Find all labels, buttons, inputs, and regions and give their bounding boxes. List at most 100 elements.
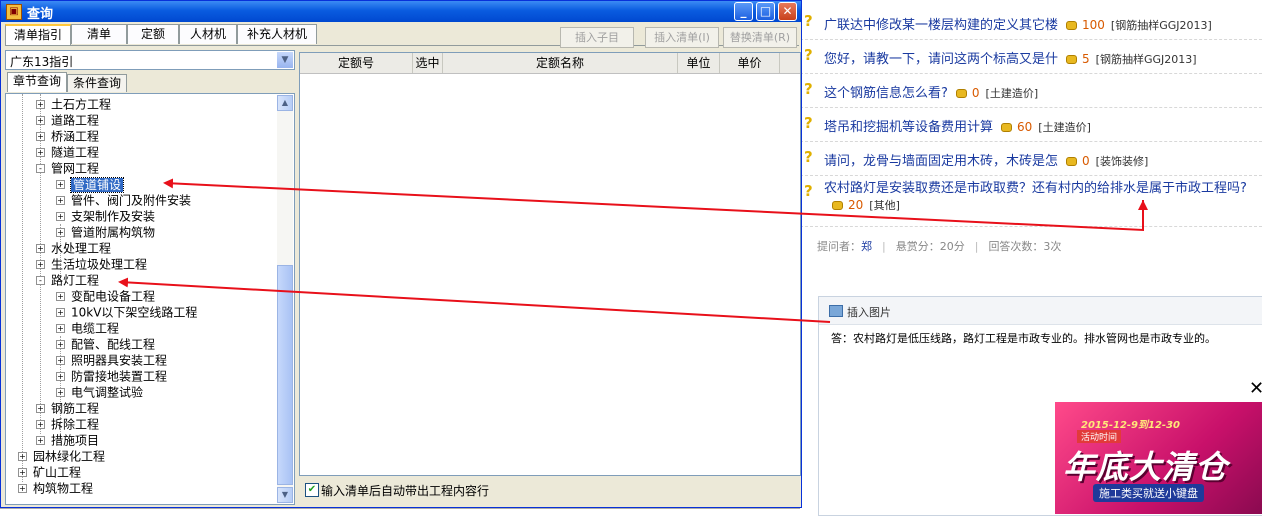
question-row[interactable]: ? 这个钢筋信息怎么看? 0 [土建造价] xyxy=(800,74,1262,108)
expand-icon[interactable]: + xyxy=(56,388,65,397)
tree-node[interactable]: + 管件、阀门及附件安装 xyxy=(56,192,191,208)
question-tag[interactable]: [钢筋抽样GGJ2013] xyxy=(1111,19,1212,32)
promo-banner[interactable]: 2015-12-9到12-30 活动时间 年底大清仓 施工类买就送小键盘 xyxy=(1055,402,1262,514)
tree-node-label[interactable]: 支架制作及安装 xyxy=(71,210,155,224)
tree-node[interactable]: + 生活垃圾处理工程 xyxy=(36,256,147,272)
tree-node[interactable]: + 道路工程 xyxy=(36,112,99,128)
tree-node-label[interactable]: 桥涵工程 xyxy=(51,130,99,144)
tree-node[interactable]: + 管道铺设 xyxy=(56,176,125,193)
collapse-icon[interactable]: - xyxy=(36,276,45,285)
tree-node[interactable]: + 管道附属构筑物 xyxy=(56,224,155,240)
tab-condition-query[interactable]: 条件查询 xyxy=(67,74,127,92)
question-row[interactable]: ? 您好，请教一下，请问这两个标高又是什 5 [钢筋抽样GGJ2013] xyxy=(800,40,1262,74)
tree-node[interactable]: - 路灯工程 xyxy=(36,272,99,288)
tree-node[interactable]: + 钢筋工程 xyxy=(36,400,99,416)
tree-node-label[interactable]: 隧道工程 xyxy=(51,146,99,160)
question-title[interactable]: 农村路灯是安装取费还是市政取费？还有村内的给排水是属于市政工程吗? xyxy=(824,181,1247,196)
asker-name[interactable]: 郑 xyxy=(861,240,872,253)
ad-close-icon[interactable]: ✕ xyxy=(1249,378,1262,399)
tree-node[interactable]: + 水处理工程 xyxy=(36,240,111,256)
question-tag[interactable]: [土建造价] xyxy=(1038,121,1091,134)
col-quota-name[interactable]: 定额名称 xyxy=(443,53,678,73)
expand-icon[interactable]: + xyxy=(56,292,65,301)
expand-icon[interactable]: + xyxy=(18,484,27,493)
chapter-tree[interactable]: ▲ ▼ + 土石方工程 + 道路工程 + 桥涵工程 + 隧道工程 - 管网工程 + 管道铺设 + 管件、阀… xyxy=(5,93,295,505)
expand-icon[interactable]: + xyxy=(36,244,45,253)
maximize-button[interactable]: □ xyxy=(756,2,775,21)
expand-icon[interactable]: + xyxy=(18,452,27,461)
question-title[interactable]: 广联达中修改某一楼层构建的定义其它楼 xyxy=(824,18,1058,33)
tree-node-label[interactable]: 照明器具安装工程 xyxy=(71,354,167,368)
col-price[interactable]: 单价 xyxy=(720,53,780,73)
tab-quota[interactable]: 定额 xyxy=(127,24,179,44)
tree-node-label[interactable]: 管件、阀门及附件安装 xyxy=(71,194,191,208)
expand-icon[interactable]: + xyxy=(36,132,45,141)
expand-icon[interactable]: + xyxy=(36,436,45,445)
question-tag[interactable]: [钢筋抽样GGJ2013] xyxy=(1096,53,1197,66)
expand-icon[interactable]: + xyxy=(56,212,65,221)
tab-extra-materials[interactable]: 补充人材机 xyxy=(237,24,317,44)
question-tag[interactable]: [装饰装修] xyxy=(1096,155,1149,168)
tree-node-label[interactable]: 路灯工程 xyxy=(51,274,99,288)
tree-node-label[interactable]: 电缆工程 xyxy=(71,322,119,336)
image-icon[interactable] xyxy=(829,305,843,317)
question-row[interactable]: ? 农村路灯是安装取费还是市政取费？还有村内的给排水是属于市政工程吗? 20 [其他… xyxy=(800,176,1262,227)
expand-icon[interactable]: + xyxy=(56,228,65,237)
close-button[interactable]: ✕ xyxy=(778,2,797,21)
tree-node[interactable]: + 园林绿化工程 xyxy=(18,448,105,464)
tree-node[interactable]: + 矿山工程 xyxy=(18,464,81,480)
tree-node-label[interactable]: 土石方工程 xyxy=(51,98,111,112)
question-title[interactable]: 请问，龙骨与墙面固定用木砖，木砖是怎 xyxy=(824,154,1058,169)
tree-node[interactable]: + 防雷接地装置工程 xyxy=(56,368,167,384)
title-bar[interactable]: ▣ 查询 _ □ ✕ xyxy=(1,1,801,22)
expand-icon[interactable]: + xyxy=(36,100,45,109)
scroll-down-icon[interactable]: ▼ xyxy=(277,487,293,503)
col-unit[interactable]: 单位 xyxy=(678,53,720,73)
tab-chapter-query[interactable]: 章节查询 xyxy=(7,72,67,92)
expand-icon[interactable]: + xyxy=(56,308,65,317)
tree-node[interactable]: + 变配电设备工程 xyxy=(56,288,155,304)
question-title[interactable]: 这个钢筋信息怎么看? xyxy=(824,86,948,101)
insert-image-button[interactable]: 插入图片 xyxy=(847,304,891,320)
tree-node-label[interactable]: 电气调整试验 xyxy=(71,386,143,400)
tree-node[interactable]: + 电缆工程 xyxy=(56,320,119,336)
tab-materials[interactable]: 人材机 xyxy=(179,24,237,44)
guide-selector[interactable]: 广东13指引 ▼ xyxy=(5,50,295,70)
question-title[interactable]: 塔吊和挖掘机等设备费用计算 xyxy=(824,120,993,135)
question-tag[interactable]: [其他] xyxy=(869,199,900,212)
tree-node-label[interactable]: 措施项目 xyxy=(51,434,99,448)
auto-content-checkbox[interactable]: ✔ xyxy=(305,483,319,497)
expand-icon[interactable]: + xyxy=(36,420,45,429)
expand-icon[interactable]: + xyxy=(56,356,65,365)
tree-node-label[interactable]: 钢筋工程 xyxy=(51,402,99,416)
tree-scrollbar[interactable]: ▲ ▼ xyxy=(277,95,293,503)
tree-node-label[interactable]: 构筑物工程 xyxy=(33,482,93,496)
expand-icon[interactable]: + xyxy=(36,148,45,157)
tree-node[interactable]: + 电气调整试验 xyxy=(56,384,143,400)
tree-node[interactable]: + 拆除工程 xyxy=(36,416,99,432)
expand-icon[interactable]: + xyxy=(18,468,27,477)
tree-node-label[interactable]: 管道铺设 xyxy=(69,176,125,193)
tree-node[interactable]: + 照明器具安装工程 xyxy=(56,352,167,368)
question-title[interactable]: 您好，请教一下，请问这两个标高又是什 xyxy=(824,52,1058,67)
tree-node-label[interactable]: 拆除工程 xyxy=(51,418,99,432)
col-selected[interactable]: 选中 xyxy=(413,53,443,73)
tree-node-label[interactable]: 生活垃圾处理工程 xyxy=(51,258,147,272)
expand-icon[interactable]: + xyxy=(36,116,45,125)
question-row[interactable]: ? 请问，龙骨与墙面固定用木砖，木砖是怎 0 [装饰装修] xyxy=(800,142,1262,176)
quota-grid[interactable]: 定额号 选中 定额名称 单位 单价 xyxy=(299,52,801,476)
tree-node[interactable]: + 构筑物工程 xyxy=(18,480,93,496)
tree-node-label[interactable]: 管网工程 xyxy=(51,162,99,176)
question-row[interactable]: ? 广联达中修改某一楼层构建的定义其它楼 100 [钢筋抽样GGJ2013] xyxy=(800,6,1262,40)
insert-child-button[interactable]: 插入子目 xyxy=(560,27,634,48)
tree-node-label[interactable]: 配管、配线工程 xyxy=(71,338,155,352)
expand-icon[interactable]: + xyxy=(36,404,45,413)
tree-node[interactable]: + 配管、配线工程 xyxy=(56,336,155,352)
chevron-down-icon[interactable]: ▼ xyxy=(277,52,293,68)
tree-node[interactable]: + 土石方工程 xyxy=(36,96,111,112)
tree-node-label[interactable]: 防雷接地装置工程 xyxy=(71,370,167,384)
tree-node-label[interactable]: 管道附属构筑物 xyxy=(71,226,155,240)
tree-node-label[interactable]: 矿山工程 xyxy=(33,466,81,480)
scroll-up-icon[interactable]: ▲ xyxy=(277,95,293,111)
tree-node-label[interactable]: 园林绿化工程 xyxy=(33,450,105,464)
